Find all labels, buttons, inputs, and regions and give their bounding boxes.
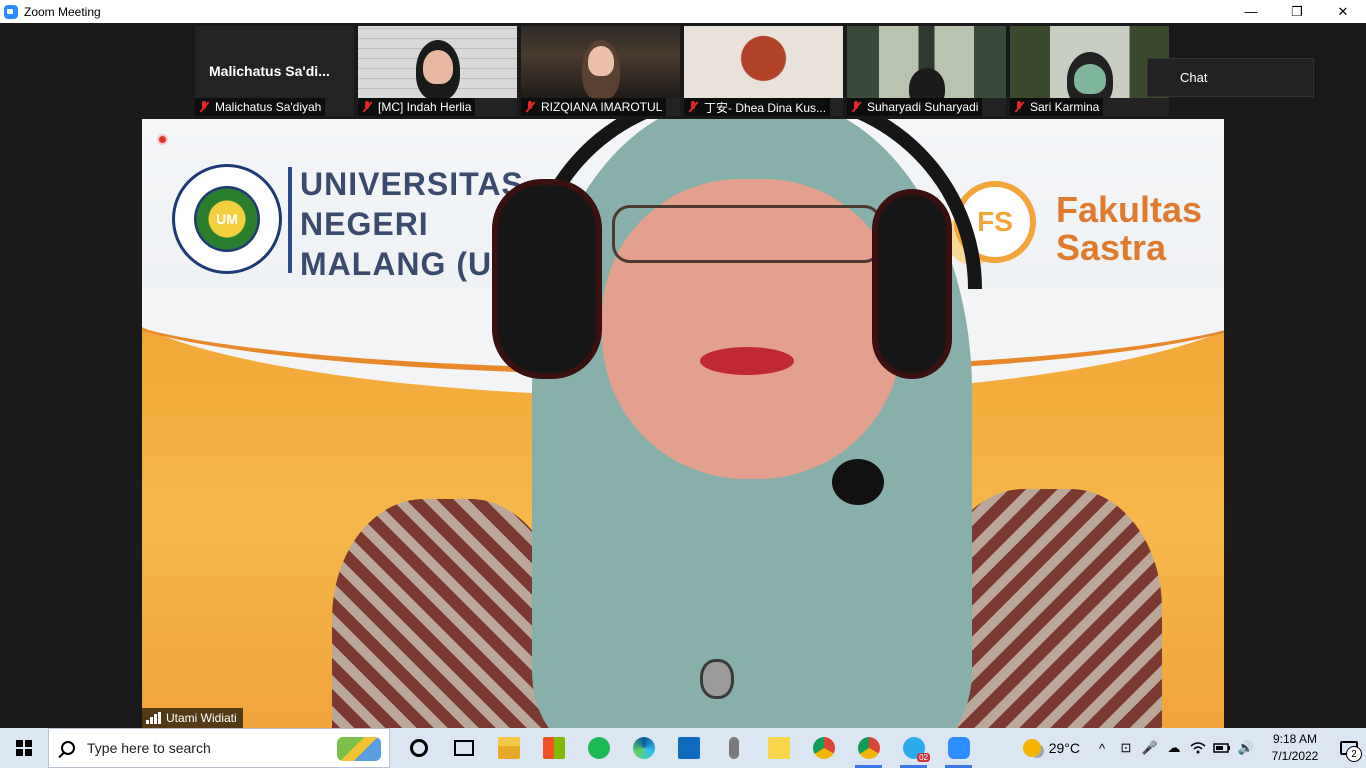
participant-name: Malichatus Sa'diyah	[215, 100, 322, 114]
participant-tile[interactable]: Malichatus Sa'di... Malichatus Sa'diyah	[195, 26, 354, 116]
participant-label: Malichatus Sa'diyah	[195, 98, 326, 116]
unread-badge: 02	[917, 753, 930, 762]
edge-button[interactable]	[621, 728, 666, 768]
folder-icon	[497, 737, 520, 759]
title-bar: Zoom Meeting — ❐ ✕	[0, 0, 1366, 23]
clock-date: 7/1/2022	[1271, 749, 1319, 763]
partly-sunny-icon	[1022, 739, 1041, 757]
notification-count: 2	[1346, 746, 1362, 762]
system-clock[interactable]: 9:18 AM 7/1/2022	[1266, 731, 1324, 765]
windows-taskbar: Type here to search 02 29°C ^ ⊡ 🎤 ☁ 🔊 9:…	[0, 728, 1366, 768]
search-highlight-icon[interactable]	[337, 737, 381, 761]
participant-label: RIZQIANA IMAROTUL	[521, 98, 667, 116]
chat-label: Chat	[1180, 70, 1208, 85]
minimize-button[interactable]: —	[1228, 0, 1274, 23]
voice-recorder-button[interactable]	[711, 728, 756, 768]
participant-label: Suharyadi Suharyadi	[847, 98, 983, 116]
participant-display-name: Malichatus Sa'di...	[209, 63, 330, 79]
chrome-icon	[857, 737, 880, 759]
participant-tile[interactable]: 丁安- Dhea Dina Kus...	[684, 26, 843, 116]
active-speaker-video[interactable]: UM UNIVERSITAS NEGERI MALANG (U FS Fakul…	[142, 119, 1224, 728]
muted-mic-icon	[849, 100, 863, 114]
mail-button[interactable]	[666, 728, 711, 768]
muted-mic-icon	[523, 100, 537, 114]
telegram-button[interactable]: 02	[891, 728, 936, 768]
system-tray: 29°C ^ ⊡ 🎤 ☁ 🔊 9:18 AM 7/1/2022 2	[1022, 728, 1366, 768]
muted-mic-icon	[1012, 100, 1026, 114]
speaker-figure	[332, 119, 1162, 728]
meeting-area: Malichatus Sa'di... Malichatus Sa'diyah …	[0, 23, 1366, 728]
volume-icon[interactable]: 🔊	[1234, 728, 1258, 768]
wifi-icon[interactable]	[1186, 728, 1210, 768]
onedrive-icon[interactable]: ☁	[1162, 728, 1186, 768]
show-hidden-icons-button[interactable]: ^	[1090, 728, 1114, 768]
cortana-icon	[409, 739, 428, 757]
microphone-tray-icon[interactable]: 🎤	[1138, 728, 1162, 768]
battery-icon[interactable]	[1210, 728, 1234, 768]
speaker-name: Utami Widiati	[166, 711, 237, 725]
meet-now-icon[interactable]: ⊡	[1114, 728, 1138, 768]
participant-label: 丁安- Dhea Dina Kus...	[684, 98, 831, 116]
chrome-profile-button[interactable]	[846, 728, 891, 768]
participant-label: [MC] Indah Herlia	[358, 98, 476, 116]
zoom-app-icon	[4, 4, 18, 19]
task-view-icon	[453, 740, 474, 756]
participant-name: [MC] Indah Herlia	[378, 100, 472, 114]
taskbar-search-box[interactable]: Type here to search	[48, 728, 390, 768]
clock-time: 9:18 AM	[1272, 732, 1318, 746]
action-center-button[interactable]: 2	[1332, 728, 1366, 768]
chrome-icon	[812, 737, 835, 759]
task-view-button[interactable]	[441, 728, 486, 768]
spotify-icon	[587, 737, 610, 759]
muted-mic-icon	[686, 100, 700, 114]
participant-tile[interactable]: Suharyadi Suharyadi	[847, 26, 1006, 116]
participant-label: Sari Karmina	[1010, 98, 1104, 116]
taskbar-apps: 02	[396, 728, 981, 768]
participant-name: 丁安- Dhea Dina Kus...	[704, 100, 827, 115]
sticky-notes-icon	[767, 737, 790, 759]
store-icon	[542, 737, 565, 759]
participant-tile[interactable]: [MC] Indah Herlia	[358, 26, 517, 116]
recording-indicator-icon	[157, 134, 168, 145]
connection-signal-icon	[146, 712, 162, 724]
zoom-button[interactable]	[936, 728, 981, 768]
windows-logo-icon	[16, 740, 32, 756]
participant-name: Suharyadi Suharyadi	[867, 100, 979, 114]
participant-name: Sari Karmina	[1030, 100, 1100, 114]
window-controls: — ❐ ✕	[1228, 0, 1366, 23]
search-placeholder: Type here to search	[87, 740, 211, 756]
zoom-icon	[947, 737, 970, 759]
mail-icon	[677, 737, 700, 759]
search-icon	[61, 741, 75, 755]
close-button[interactable]: ✕	[1320, 0, 1366, 23]
university-logo: UM	[172, 164, 282, 274]
temperature: 29°C	[1048, 740, 1080, 756]
muted-mic-icon	[197, 100, 211, 114]
weather-widget[interactable]: 29°C	[1022, 739, 1080, 757]
participant-name: RIZQIANA IMAROTUL	[541, 100, 663, 114]
muted-mic-icon	[360, 100, 374, 114]
start-button[interactable]	[0, 728, 48, 768]
window-title: Zoom Meeting	[24, 4, 101, 19]
file-explorer-button[interactable]	[486, 728, 531, 768]
spotify-button[interactable]	[576, 728, 621, 768]
participant-tile[interactable]: RIZQIANA IMAROTUL	[521, 26, 680, 116]
cortana-button[interactable]	[396, 728, 441, 768]
microsoft-store-button[interactable]	[531, 728, 576, 768]
sticky-notes-button[interactable]	[756, 728, 801, 768]
participant-tile[interactable]: Sari Karmina	[1010, 26, 1169, 116]
chrome-button[interactable]	[801, 728, 846, 768]
speaker-name-label: Utami Widiati	[142, 708, 243, 728]
restore-button[interactable]: ❐	[1274, 0, 1320, 23]
edge-icon	[632, 737, 655, 759]
chat-popup[interactable]: Chat	[1147, 58, 1314, 97]
faculty-banner-text: Fakultas Sastra	[1056, 189, 1203, 268]
participant-strip: Malichatus Sa'di... Malichatus Sa'diyah …	[195, 26, 1169, 116]
microphone-icon	[728, 737, 739, 759]
participant-video	[684, 26, 843, 98]
